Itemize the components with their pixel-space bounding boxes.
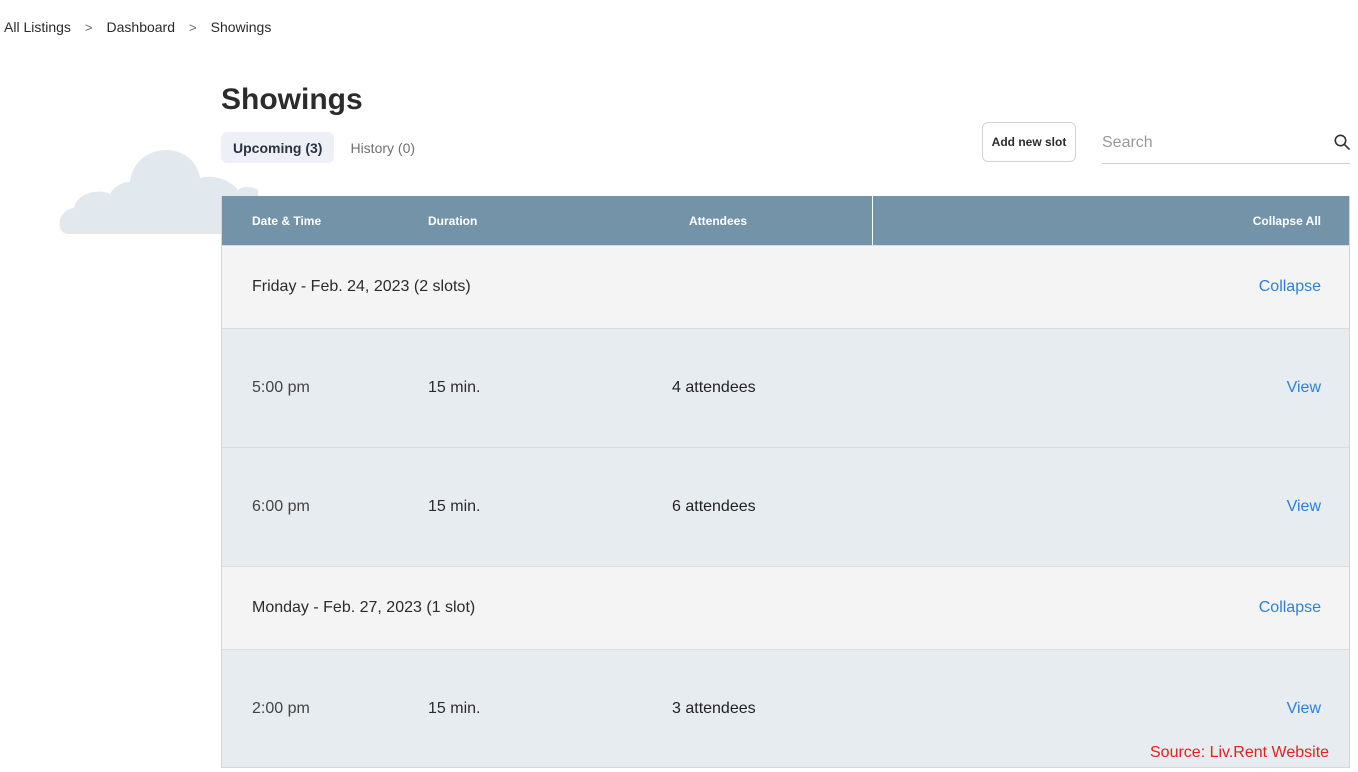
date-group-row: Friday - Feb. 24, 2023 (2 slots) Collaps… — [222, 245, 1349, 328]
header-date-time: Date & Time — [252, 214, 322, 228]
showings-tabs: Upcoming (3) History (0) — [221, 132, 427, 163]
page-title: Showings — [221, 83, 363, 116]
slot-attendees: 3 attendees — [672, 700, 756, 717]
date-group-row: Monday - Feb. 27, 2023 (1 slot) Collapse — [222, 566, 1349, 649]
view-link[interactable]: View — [1287, 498, 1321, 516]
table-header: Date & Time Duration Attendees Collapse … — [222, 196, 1349, 245]
source-note: Source: Liv.Rent Website — [1150, 744, 1330, 761]
header-divider — [872, 196, 873, 245]
slot-time: 5:00 pm — [252, 379, 310, 396]
add-new-slot-button[interactable]: Add new slot — [982, 122, 1076, 162]
header-duration: Duration — [428, 214, 478, 228]
breadcrumb-separator: > — [189, 19, 197, 35]
slot-time: 2:00 pm — [252, 700, 310, 717]
slot-attendees: 6 attendees — [672, 498, 756, 515]
search-icon[interactable] — [1334, 134, 1350, 155]
breadcrumb: All Listings > Dashboard > Showings — [4, 19, 271, 35]
breadcrumb-all-listings[interactable]: All Listings — [4, 19, 71, 35]
tab-upcoming[interactable]: Upcoming (3) — [221, 132, 335, 163]
breadcrumb-dashboard[interactable]: Dashboard — [107, 19, 176, 35]
slot-duration: 15 min. — [428, 498, 481, 515]
slot-row: 6:00 pm 15 min. 6 attendees View — [222, 447, 1349, 566]
group-date: Monday - Feb. 27, 2023 (1 slot) — [252, 599, 476, 616]
header-attendees: Attendees — [689, 214, 748, 228]
collapse-link[interactable]: Collapse — [1259, 278, 1321, 296]
tab-history[interactable]: History (0) — [338, 132, 427, 163]
view-link[interactable]: View — [1287, 700, 1321, 718]
view-link[interactable]: View — [1287, 379, 1321, 397]
slot-duration: 15 min. — [428, 379, 481, 396]
slot-row: 5:00 pm 15 min. 4 attendees View — [222, 328, 1349, 447]
collapse-all-button[interactable]: Collapse All — [1253, 214, 1321, 228]
slot-duration: 15 min. — [428, 700, 481, 717]
slot-attendees: 4 attendees — [672, 379, 756, 396]
showings-table: Date & Time Duration Attendees Collapse … — [221, 196, 1350, 768]
collapse-link[interactable]: Collapse — [1259, 599, 1321, 617]
breadcrumb-separator: > — [84, 19, 93, 35]
search-box — [1102, 126, 1350, 164]
breadcrumb-showings: Showings — [210, 19, 272, 35]
slot-time: 6:00 pm — [252, 498, 310, 515]
group-date: Friday - Feb. 24, 2023 (2 slots) — [252, 278, 471, 295]
search-input[interactable] — [1102, 126, 1322, 160]
